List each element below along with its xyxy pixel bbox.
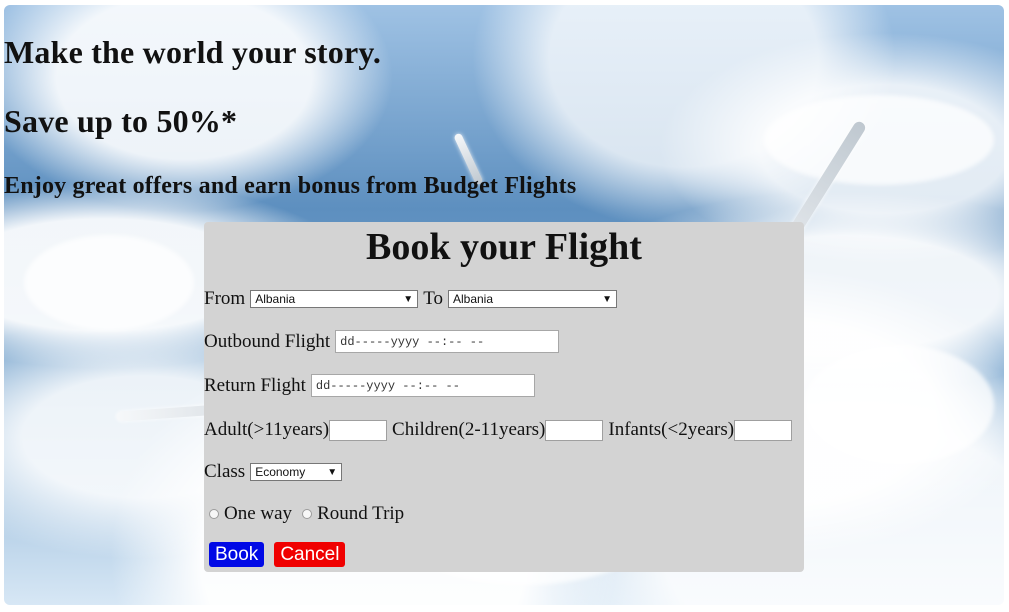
radio-circle-icon xyxy=(209,509,219,519)
outbound-flight-placeholder: dd-----yyyy --:-- -- xyxy=(340,334,485,349)
return-row: Return Flight dd-----yyyy --:-- -- xyxy=(204,374,535,397)
class-row: Class Economy ▼ xyxy=(204,461,347,483)
one-way-label: One way xyxy=(224,503,293,524)
adult-label: Adult(>11years) xyxy=(204,419,330,440)
infants-count-input[interactable] xyxy=(734,419,793,441)
radio-circle-icon xyxy=(302,509,313,519)
to-selected-value: Albania xyxy=(452,292,493,306)
children-count-input[interactable] xyxy=(545,419,604,441)
one-way-radio[interactable]: One way xyxy=(209,503,292,525)
outbound-flight-label: Outbound Flight xyxy=(204,330,331,352)
trip-type-row: One way Round Trip xyxy=(204,503,409,525)
booking-page: Make the world your story. Save up to 50… xyxy=(0,0,1009,612)
cancel-button[interactable]: Cancel xyxy=(274,542,346,567)
class-label: Class xyxy=(204,461,246,482)
passenger-row: Adult(>11years) Children(2-11years) Infa… xyxy=(204,419,797,441)
hero-headline: Make the world your story. xyxy=(4,34,382,70)
to-label: To xyxy=(423,288,443,309)
adult-count-input[interactable] xyxy=(329,419,388,441)
class-select[interactable]: Economy ▼ xyxy=(250,463,343,481)
return-flight-label: Return Flight xyxy=(204,374,306,396)
bonus-subtitle: Enjoy great offers and earn bonus from B… xyxy=(4,173,577,199)
return-flight-input[interactable]: dd-----yyyy --:-- -- xyxy=(310,374,535,397)
chevron-down-icon: ▼ xyxy=(602,294,612,305)
booking-panel-title: Book your Flight xyxy=(366,226,642,268)
from-selected-value: Albania xyxy=(255,292,296,306)
class-selected-value: Economy xyxy=(255,465,306,479)
chevron-down-icon: ▼ xyxy=(403,294,414,305)
children-label: Children(2-11years) xyxy=(392,419,546,440)
discount-headline: Save up to 50%* xyxy=(4,103,238,139)
from-select[interactable]: Albania ▼ xyxy=(250,290,419,308)
flight-booking-panel: Book your Flight From Albania ▼ To Alban… xyxy=(204,222,804,572)
return-flight-placeholder: dd-----yyyy --:-- -- xyxy=(315,378,460,393)
round-trip-label: Round Trip xyxy=(317,503,405,524)
outbound-flight-input[interactable]: dd-----yyyy --:-- -- xyxy=(335,330,560,353)
book-button[interactable]: Book xyxy=(209,542,265,567)
from-label: From xyxy=(204,288,246,309)
infants-label: Infants(<2years) xyxy=(608,419,735,440)
route-row: From Albania ▼ To Albania ▼ xyxy=(204,288,622,310)
chevron-down-icon: ▼ xyxy=(327,467,338,478)
booking-actions: Book Cancel xyxy=(209,542,355,567)
to-select[interactable]: Albania ▼ xyxy=(447,290,617,308)
round-trip-radio[interactable]: Round Trip xyxy=(302,503,404,525)
outbound-row: Outbound Flight dd-----yyyy --:-- -- xyxy=(204,330,560,353)
